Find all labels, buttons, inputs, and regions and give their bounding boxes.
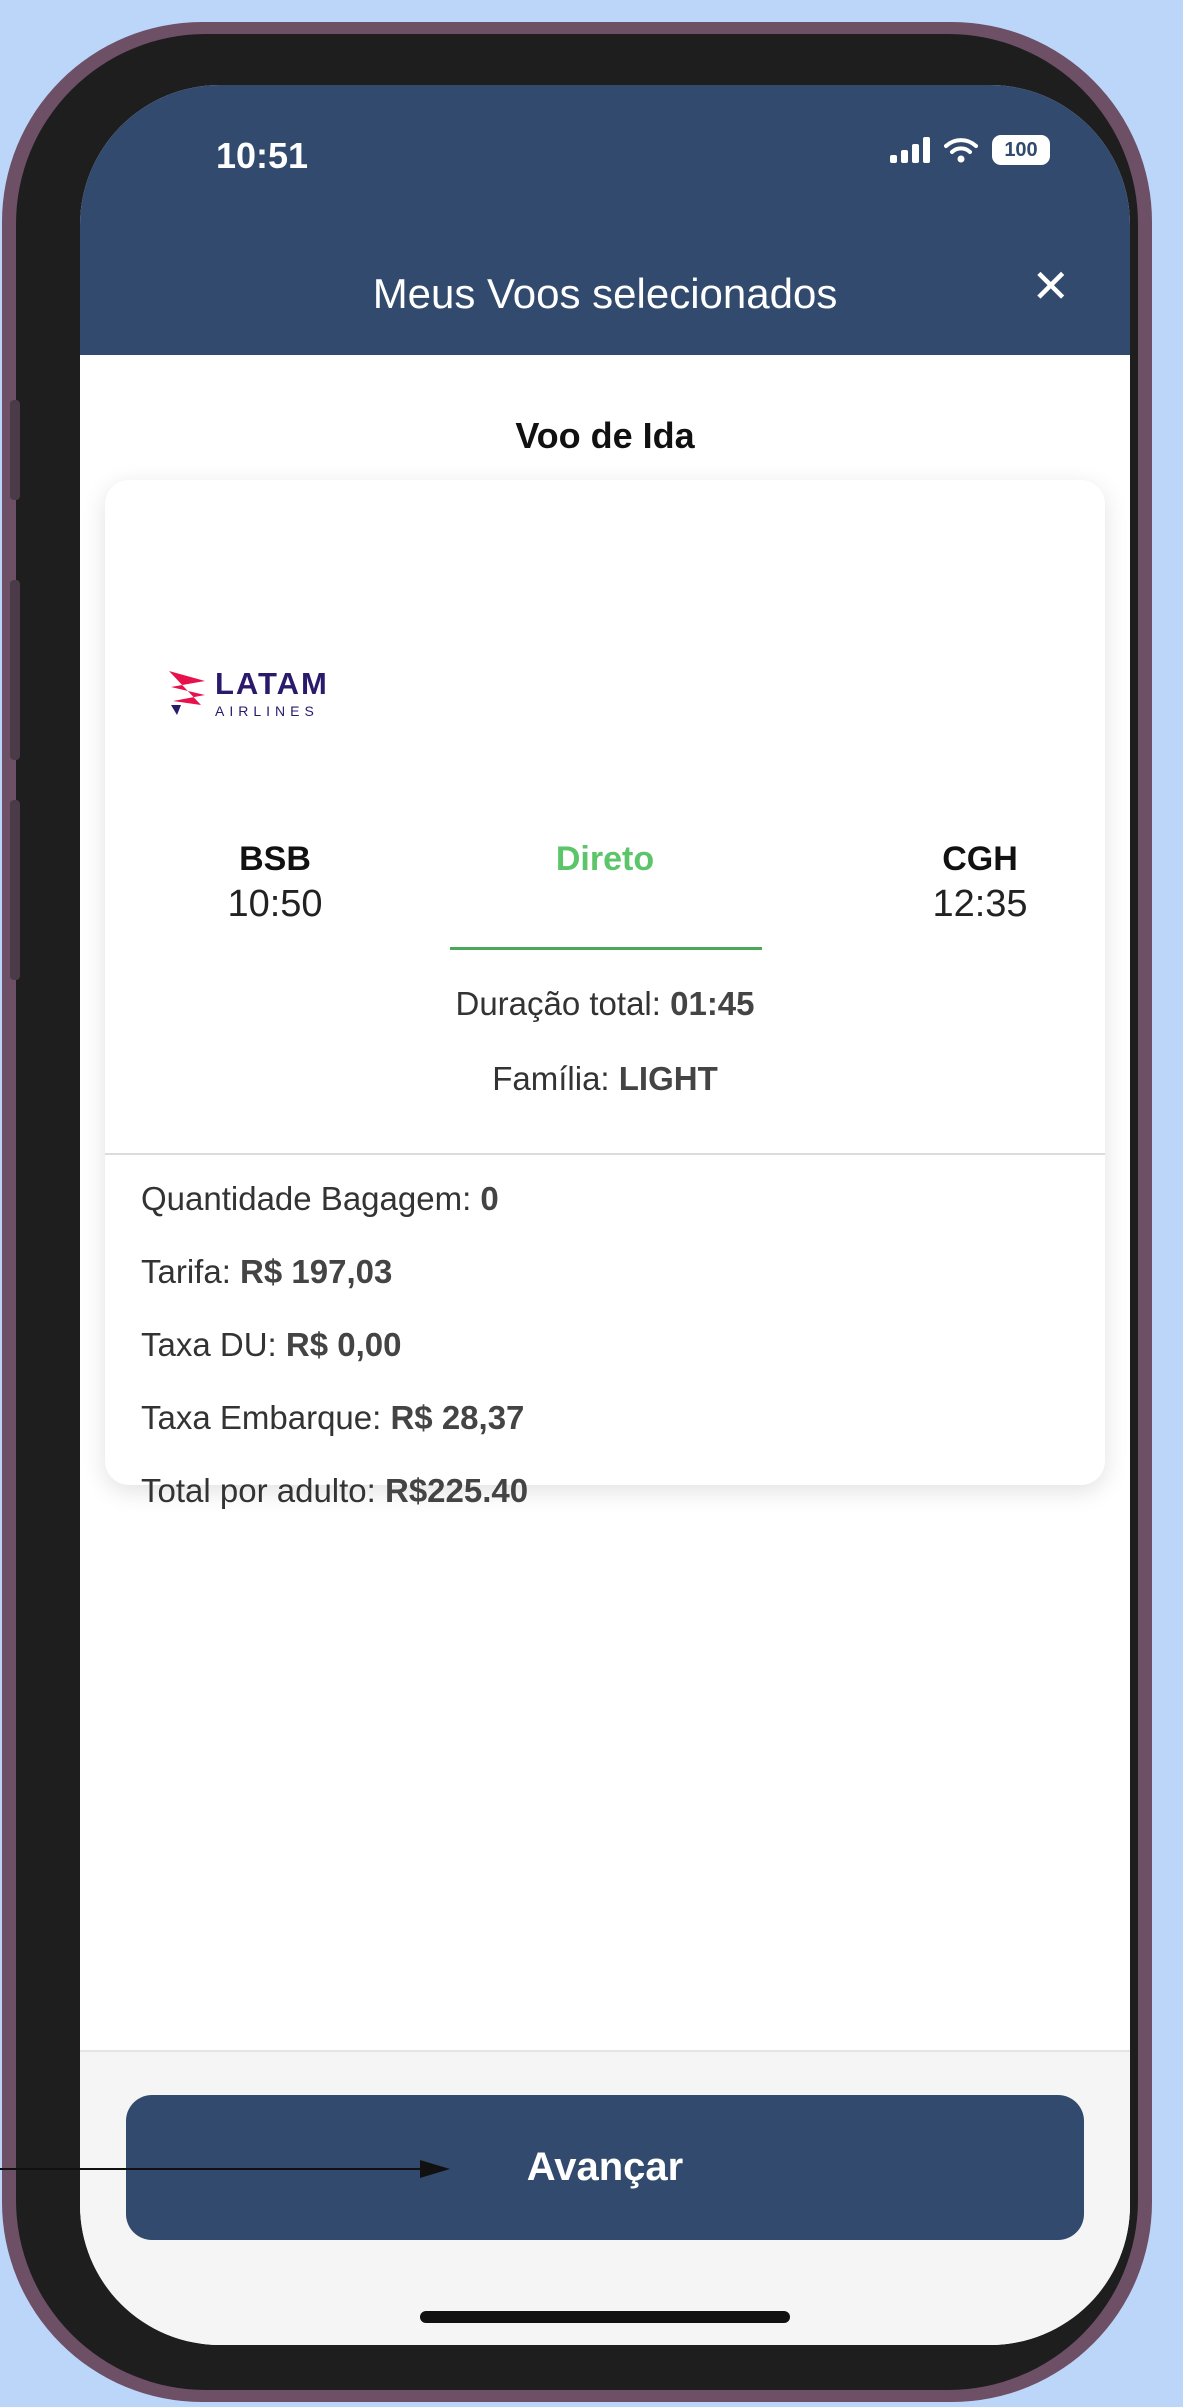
duration-label: Duração total: — [455, 985, 671, 1022]
battery-icon: 100 — [992, 135, 1050, 165]
origin: BSB 10:50 — [175, 840, 375, 926]
airline-name: LATAM — [215, 665, 329, 701]
dest-time: 12:35 — [932, 883, 1028, 925]
family-line: Família: LIGHT — [105, 1060, 1105, 1098]
wifi-icon — [944, 138, 978, 163]
origin-code: BSB — [239, 840, 311, 878]
destination: CGH 12:35 — [880, 840, 1080, 926]
section-title: Voo de Ida — [515, 415, 695, 456]
duration-value: 01:45 — [670, 985, 755, 1022]
status-icons: 100 — [890, 135, 1050, 165]
boarding-label: Taxa Embarque: — [141, 1399, 391, 1436]
side-button — [10, 400, 20, 500]
total-value: R$225.40 — [385, 1472, 529, 1509]
family-label: Família: — [492, 1060, 619, 1097]
page-title: Meus Voos selecionados — [372, 270, 838, 317]
app-screen: 10:51 100 Meus Voos selecionados ✕ Voo d… — [80, 85, 1130, 2345]
status-time: 10:51 — [216, 135, 309, 176]
route-summary: Direto — [445, 840, 765, 950]
header: 10:51 100 Meus Voos selecionados ✕ — [80, 85, 1130, 355]
annotation-arrow-icon — [420, 2160, 450, 2178]
family-value: LIGHT — [618, 1060, 718, 1097]
tariff-value: R$ 197,03 — [240, 1253, 393, 1290]
boarding-line: Taxa Embarque: R$ 28,37 — [141, 1399, 524, 1437]
flight-card: LATAM AIRLINES BSB 10:50 Direto CGH 12:3… — [105, 480, 1105, 1509]
du-value: R$ 0,00 — [285, 1326, 402, 1363]
divider — [105, 1153, 1105, 1155]
dest-code: CGH — [942, 840, 1018, 878]
tariff-label: Tarifa: — [141, 1253, 241, 1290]
volume-up-button — [10, 580, 20, 760]
boarding-value: R$ 28,37 — [390, 1399, 525, 1436]
baggage-label: Quantidade Bagagem: — [141, 1180, 481, 1217]
total-line: Total por adulto: R$225.40 — [141, 1472, 528, 1510]
airline-sub: AIRLINES — [215, 702, 319, 719]
close-button[interactable]: ✕ — [1031, 263, 1070, 309]
origin-time: 10:50 — [227, 883, 323, 925]
baggage-line: Quantidade Bagagem: 0 — [141, 1180, 499, 1218]
stops-label: Direto — [555, 840, 655, 878]
latam-logo-icon — [169, 671, 205, 715]
route-line — [450, 947, 762, 950]
home-indicator — [420, 2311, 790, 2323]
signal-icon — [890, 137, 930, 163]
du-line: Taxa DU: R$ 0,00 — [141, 1326, 401, 1364]
du-label: Taxa DU: — [141, 1326, 286, 1363]
duration-line: Duração total: 01:45 — [105, 985, 1105, 1023]
total-label: Total por adulto: — [141, 1472, 385, 1509]
tariff-line: Tarifa: R$ 197,03 — [141, 1253, 392, 1291]
volume-down-button — [10, 800, 20, 980]
baggage-value: 0 — [480, 1180, 499, 1217]
annotation-arrow-line — [0, 2168, 420, 2170]
airline-logo: LATAM AIRLINES — [165, 665, 329, 721]
